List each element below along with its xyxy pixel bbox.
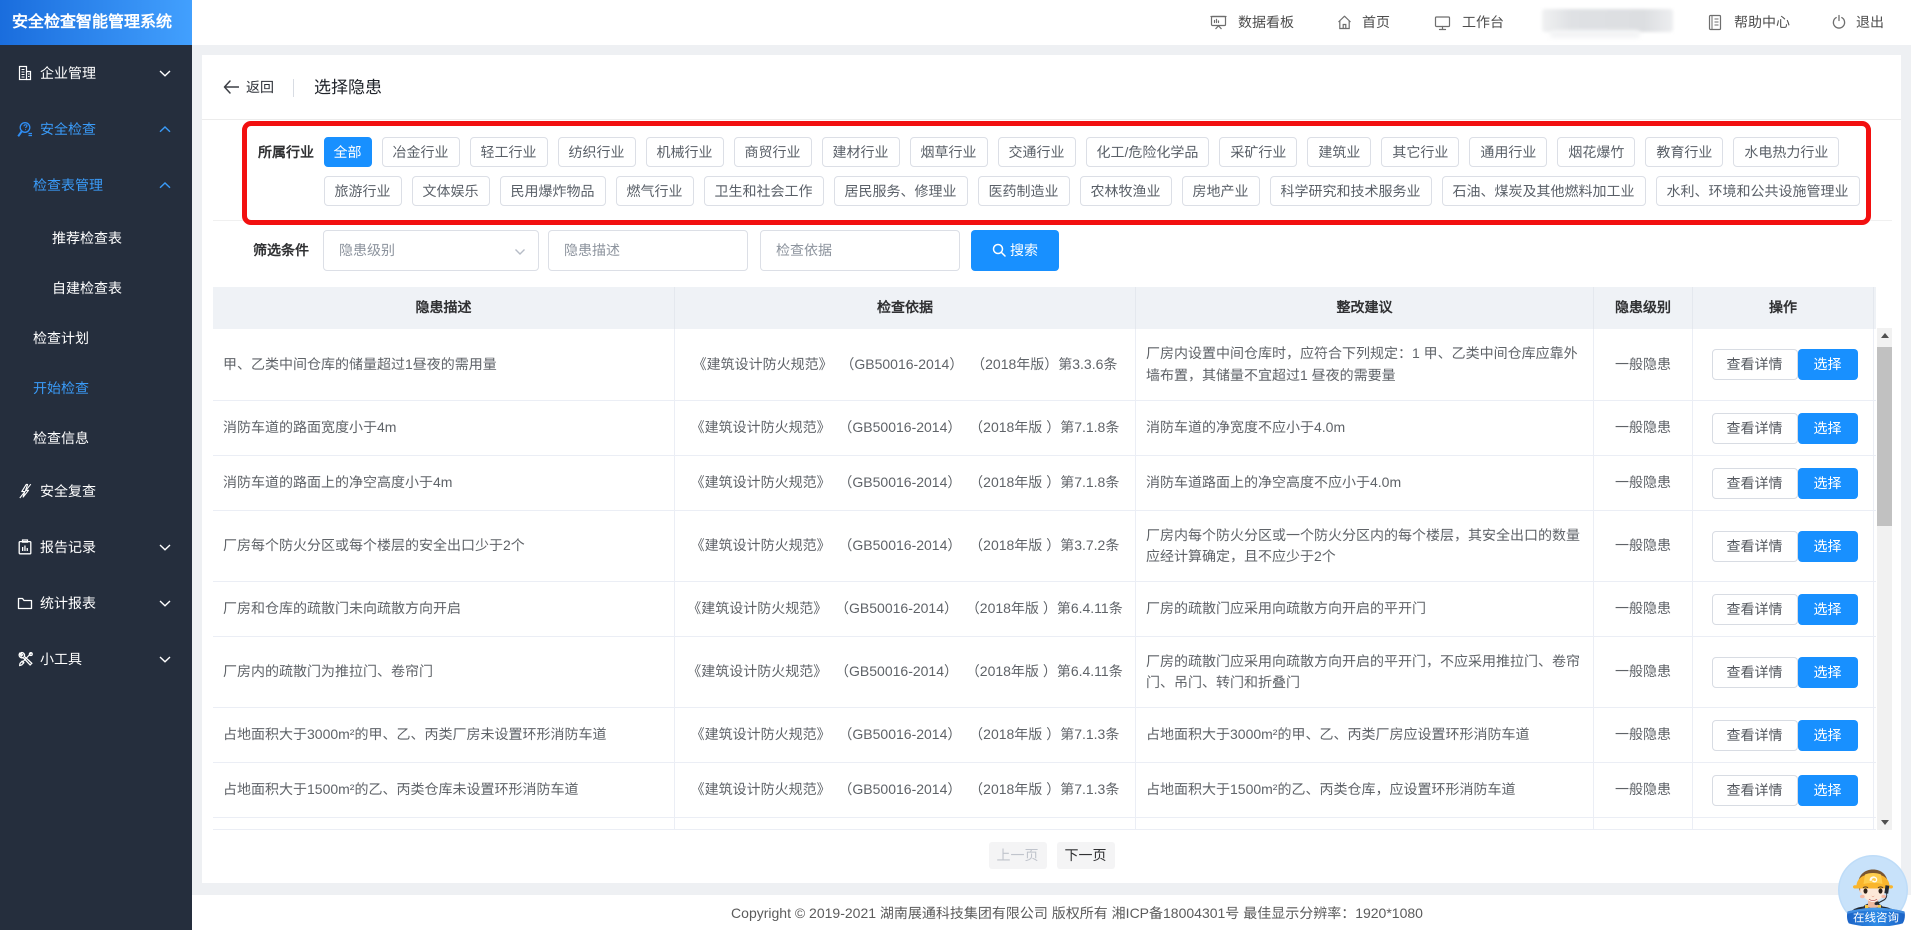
svg-text:在线咨询: 在线咨询 [1853,910,1899,926]
